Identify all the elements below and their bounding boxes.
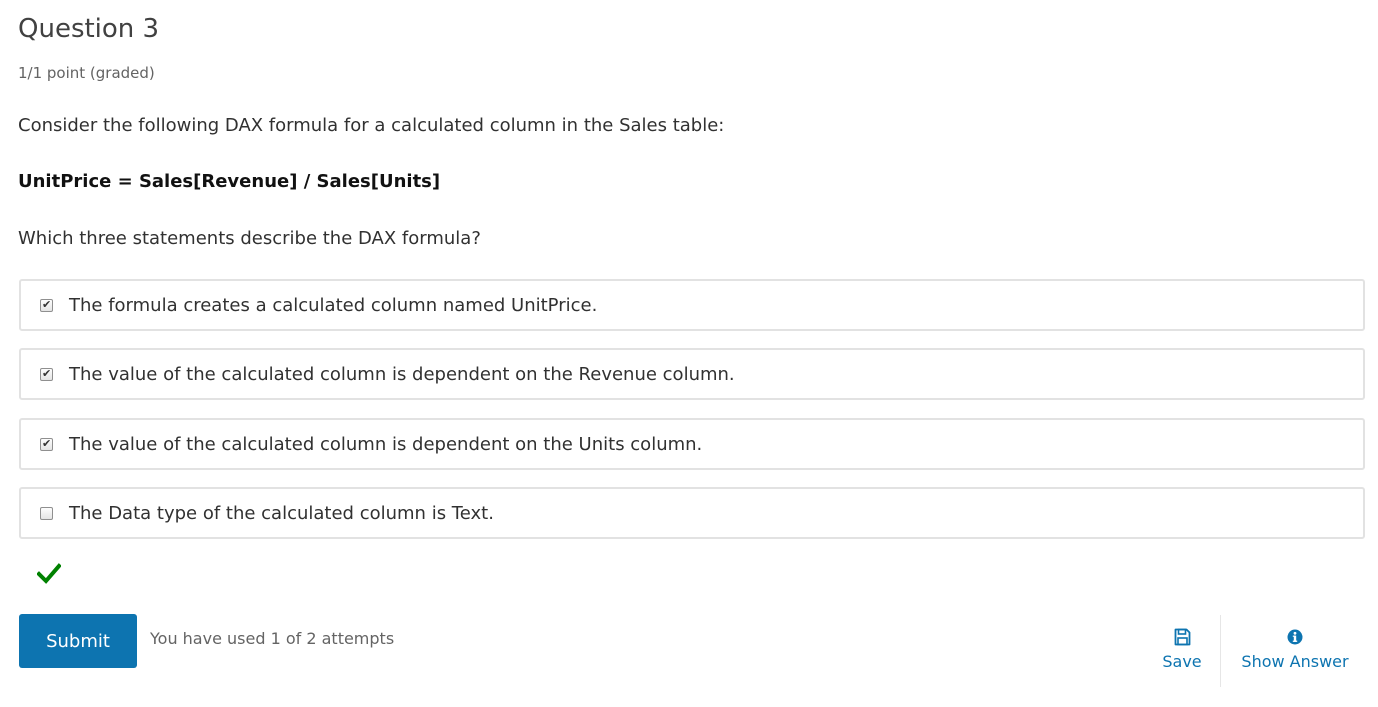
question-instruction: Which three statements describe the DAX … <box>18 228 481 249</box>
question-title: Question 3 <box>18 14 160 44</box>
checkbox-check-icon: ✔ <box>42 367 52 380</box>
save-button[interactable]: Save <box>1153 628 1211 673</box>
choice-label: The formula creates a calculated column … <box>69 295 598 316</box>
choice-label: The Data type of the calculated column i… <box>69 503 494 524</box>
attempts-status: You have used 1 of 2 attempts <box>150 629 395 648</box>
show-answer-label: Show Answer <box>1241 652 1349 671</box>
choice-label: The value of the calculated column is de… <box>69 434 703 455</box>
problem-page: Question 3 1/1 point (graded) Consider t… <box>0 0 1378 707</box>
checkbox-check-icon: ✔ <box>42 437 52 450</box>
choice-checkbox[interactable] <box>40 507 53 520</box>
info-circle-icon <box>1232 628 1358 648</box>
question-score: 1/1 point (graded) <box>18 64 155 82</box>
choice-checkbox[interactable]: ✔ <box>40 367 53 381</box>
choice-option-1[interactable]: ✔ The formula creates a calculated colum… <box>19 279 1365 331</box>
actions-divider <box>1220 615 1221 687</box>
choice-checkbox[interactable]: ✔ <box>40 298 53 312</box>
choice-option-2[interactable]: ✔ The value of the calculated column is … <box>19 348 1365 400</box>
dax-formula: UnitPrice = Sales[Revenue] / Sales[Units… <box>18 171 441 192</box>
choice-checkbox[interactable]: ✔ <box>40 437 53 451</box>
save-label: Save <box>1162 652 1202 671</box>
question-prompt: Consider the following DAX formula for a… <box>18 115 725 136</box>
submit-button[interactable]: Submit <box>19 614 137 668</box>
choice-label: The value of the calculated column is de… <box>69 364 735 385</box>
choice-option-3[interactable]: ✔ The value of the calculated column is … <box>19 418 1365 470</box>
checkbox-check-icon: ✔ <box>42 298 52 311</box>
choice-option-4[interactable]: The Data type of the calculated column i… <box>19 487 1365 539</box>
show-answer-button[interactable]: Show Answer <box>1232 628 1358 673</box>
floppy-disk-icon <box>1153 628 1211 648</box>
checkmark-icon <box>37 563 61 584</box>
